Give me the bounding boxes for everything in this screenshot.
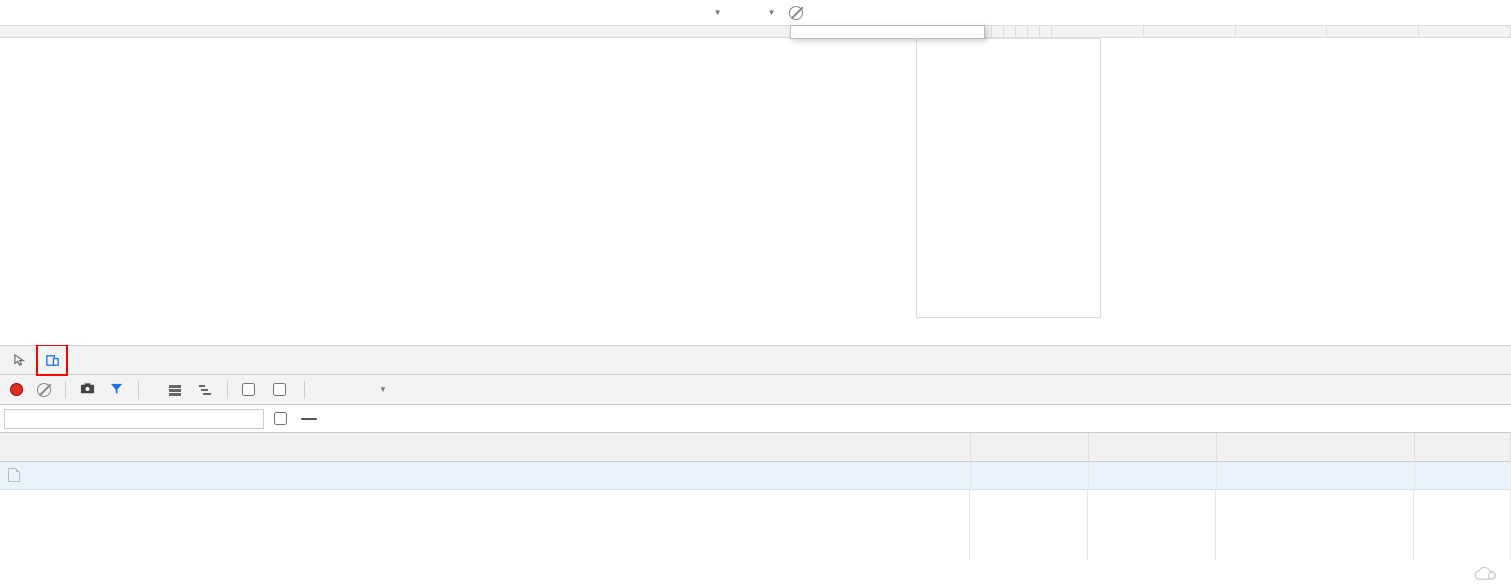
device-toolbar: ▼ ▼ bbox=[0, 0, 1511, 26]
preview-area bbox=[0, 38, 1511, 345]
col-initiator[interactable] bbox=[1216, 433, 1414, 461]
rotate-button[interactable] bbox=[789, 6, 803, 20]
device-selector[interactable]: ▼ bbox=[708, 8, 722, 17]
filter-input[interactable] bbox=[4, 409, 264, 429]
capture-screenshots-button[interactable] bbox=[80, 381, 95, 399]
watermark bbox=[1471, 566, 1503, 584]
separator bbox=[227, 381, 228, 399]
table-row[interactable] bbox=[0, 461, 1511, 489]
cloud-icon bbox=[1471, 566, 1499, 584]
separator bbox=[138, 381, 139, 399]
col-name[interactable] bbox=[0, 433, 970, 461]
throttling-selector[interactable]: ▼ bbox=[319, 385, 387, 394]
cell-name bbox=[0, 461, 970, 489]
page-preview[interactable] bbox=[916, 38, 1101, 318]
disable-cache-checkbox[interactable] bbox=[273, 383, 290, 396]
hide-data-urls-checkbox[interactable] bbox=[274, 412, 291, 425]
cell-initiator bbox=[1216, 461, 1414, 489]
large-rows-button[interactable] bbox=[167, 382, 183, 398]
cell-status bbox=[970, 461, 1088, 489]
type-filters bbox=[301, 418, 443, 420]
hide-data-urls-input[interactable] bbox=[274, 412, 287, 425]
filter-button[interactable] bbox=[109, 381, 124, 399]
table-header-row bbox=[0, 433, 1511, 461]
ruler bbox=[0, 26, 1511, 38]
network-table bbox=[0, 433, 1511, 490]
file-icon bbox=[8, 468, 20, 482]
separator bbox=[65, 381, 66, 399]
preserve-log-input[interactable] bbox=[242, 383, 255, 396]
col-status[interactable] bbox=[970, 433, 1088, 461]
inspect-element-button[interactable] bbox=[6, 346, 34, 374]
preserve-log-checkbox[interactable] bbox=[242, 383, 259, 396]
table-body-empty bbox=[0, 490, 1511, 560]
triangle-down-icon: ▼ bbox=[714, 8, 722, 17]
waterfall-view-button[interactable] bbox=[197, 382, 213, 398]
rotate-icon bbox=[789, 6, 803, 20]
zoom-selector[interactable]: ▼ bbox=[762, 8, 776, 17]
disable-cache-input[interactable] bbox=[273, 383, 286, 396]
toggle-device-toolbar-button[interactable] bbox=[36, 344, 68, 376]
device-dropdown-menu bbox=[790, 25, 985, 39]
filter-row bbox=[0, 405, 1511, 433]
triangle-down-icon: ▼ bbox=[768, 8, 776, 17]
triangle-down-icon: ▼ bbox=[379, 385, 387, 394]
devtools-tab-bar bbox=[0, 345, 1511, 375]
clear-button[interactable] bbox=[37, 383, 51, 397]
col-size[interactable] bbox=[1414, 433, 1511, 461]
cell-type bbox=[1088, 461, 1216, 489]
network-toolbar: ▼ bbox=[0, 375, 1511, 405]
cell-size bbox=[1414, 461, 1511, 489]
separator bbox=[304, 381, 305, 399]
col-type[interactable] bbox=[1088, 433, 1216, 461]
filter-all[interactable] bbox=[301, 418, 317, 420]
record-button[interactable] bbox=[10, 383, 23, 396]
